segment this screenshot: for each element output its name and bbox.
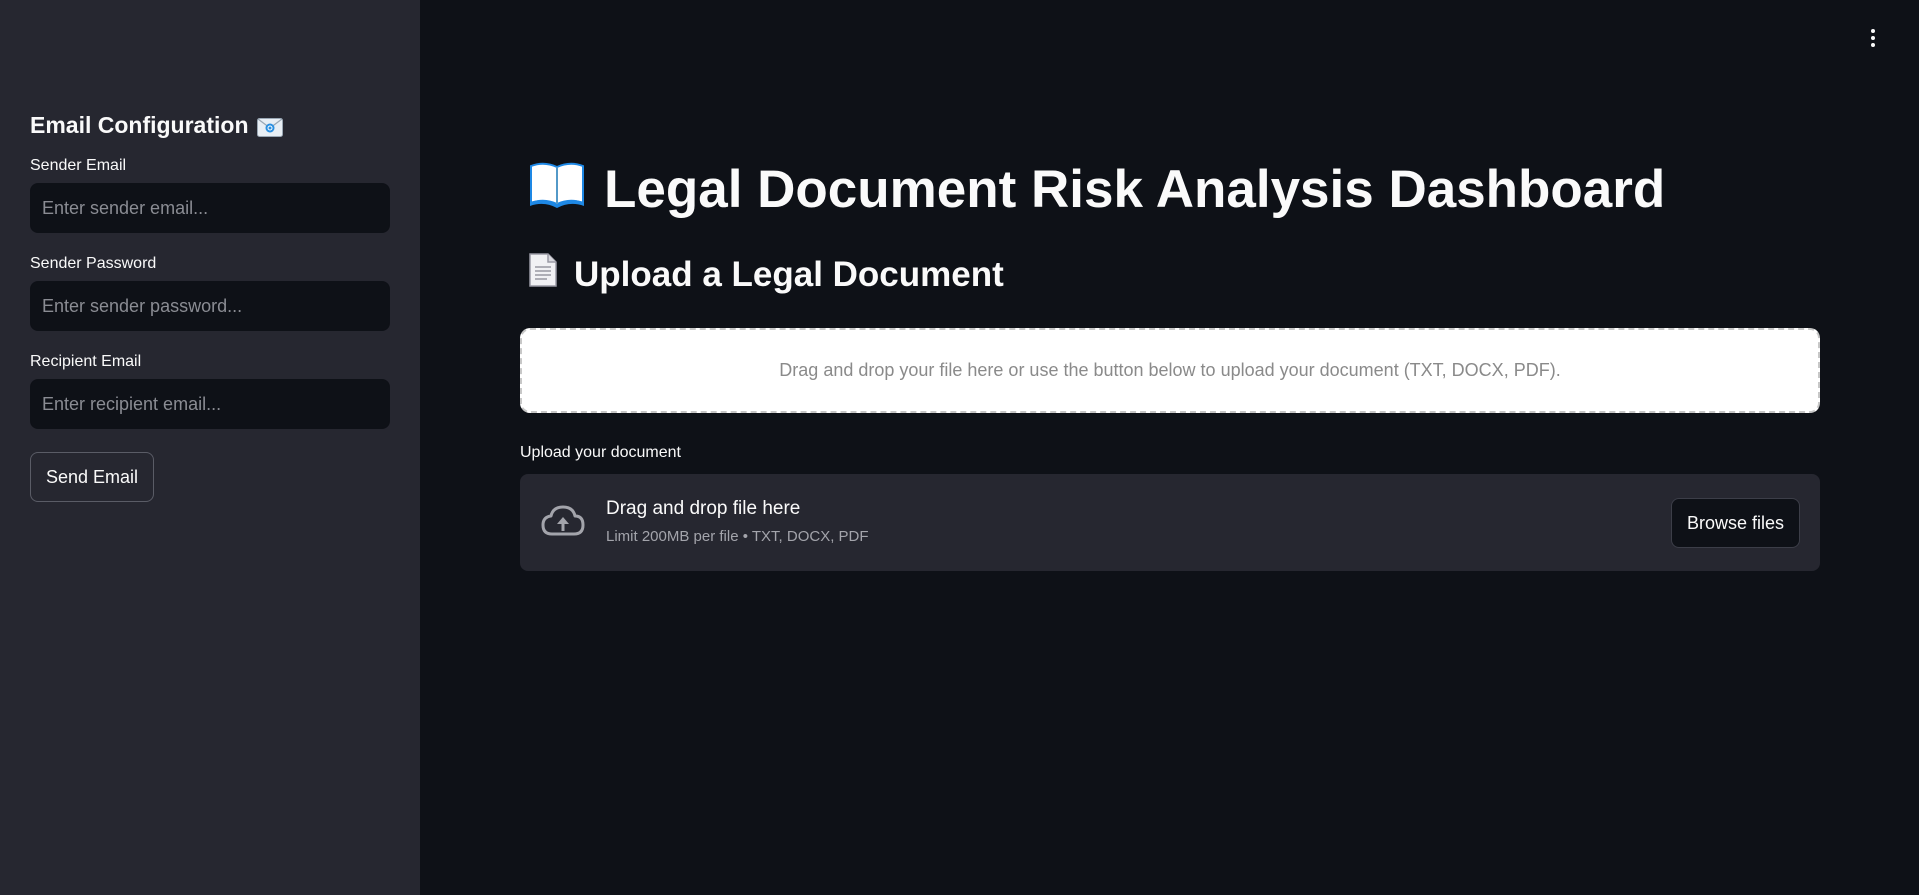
recipient-email-input[interactable] [30, 379, 390, 429]
sender-email-input[interactable] [30, 183, 390, 233]
cloud-upload-icon [540, 502, 586, 542]
sidebar: Email Configuration Sender Email Sender … [0, 0, 420, 895]
file-uploader[interactable]: Drag and drop file here Limit 200MB per … [520, 474, 1820, 571]
uploader-subtitle: Limit 200MB per file • TXT, DOCX, PDF [606, 528, 869, 545]
envelope-icon [256, 116, 283, 137]
dropzone-info-box[interactable]: Drag and drop your file here or use the … [520, 328, 1820, 413]
section-title-text: Upload a Legal Document [574, 254, 1004, 294]
sender-email-label: Sender Email [30, 157, 127, 174]
dropzone-info-text: Drag and drop your file here or use the … [779, 360, 1561, 380]
sender-password-label: Sender Password [30, 255, 157, 272]
page-title: Legal Document Risk Analysis Dashboard [528, 158, 1665, 221]
browse-files-button[interactable]: Browse files [1670, 498, 1800, 548]
open-book-icon [528, 158, 586, 221]
recipient-email-label: Recipient Email [30, 353, 142, 370]
app-window: Email Configuration Sender Email Sender … [0, 0, 1919, 895]
send-email-button[interactable]: Send Email [30, 452, 155, 502]
section-title: Upload a Legal Document [528, 252, 1004, 297]
page-title-text: Legal Document Risk Analysis Dashboard [604, 160, 1666, 219]
sidebar-title-text: Email Configuration [30, 112, 249, 138]
uploader-text: Drag and drop file here Limit 200MB per … [606, 498, 869, 545]
sidebar-title: Email Configuration [30, 112, 390, 139]
upload-label: Upload your document [520, 444, 681, 461]
uploader-title: Drag and drop file here [606, 498, 801, 519]
sender-password-input[interactable] [30, 281, 390, 331]
document-icon [528, 252, 558, 297]
kebab-menu-icon[interactable] [1863, 26, 1883, 50]
